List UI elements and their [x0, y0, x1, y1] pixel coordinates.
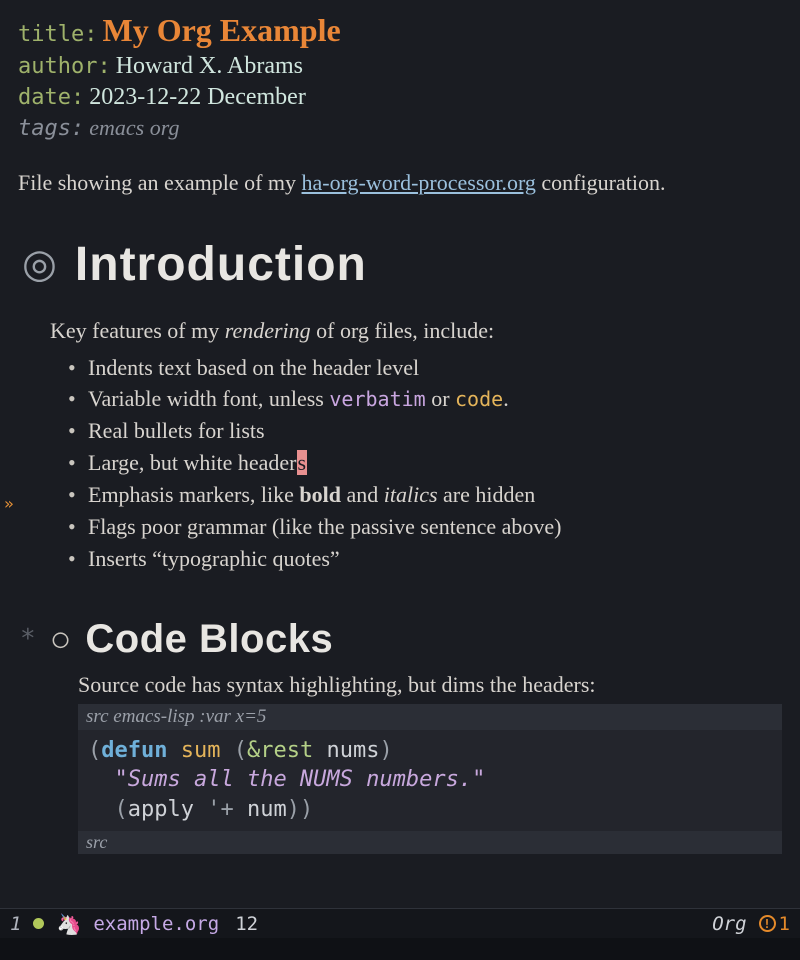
minibuffer[interactable] — [0, 938, 800, 960]
func-name: sum — [181, 738, 221, 763]
list-item: Indents text based on the header level — [68, 352, 782, 384]
list-item: Variable width font, unless verbatim or … — [68, 383, 782, 415]
arg-nums: nums — [326, 738, 379, 763]
source-intro: Source code has syntax highlighting, but… — [78, 672, 782, 698]
warning-icon: ! — [759, 915, 776, 932]
list-item: Emphasis markers, like bold and italics … — [68, 479, 782, 511]
list-item: Real bullets for lists — [68, 415, 782, 447]
heading-star-icon: * — [20, 624, 36, 654]
heading-2[interactable]: * ○ Code Blocks — [18, 617, 782, 662]
heading-bullet-icon: ◎ — [22, 244, 57, 284]
heading-1[interactable]: ◎ Introduction — [18, 237, 782, 292]
fringe-indicator-icon: » — [4, 494, 14, 513]
emphasis-rendering: rendering — [225, 318, 311, 343]
config-link[interactable]: ha-org-word-processor.org — [302, 170, 536, 195]
source-footer: src — [78, 831, 782, 854]
editor-buffer[interactable]: title: My Org Example author: Howard X. … — [0, 0, 800, 854]
error-count: 1 — [779, 913, 790, 935]
verbatim-sample: verbatim — [329, 387, 425, 411]
author-keyword: author: — [18, 54, 111, 79]
heading-bullet-icon: ○ — [50, 618, 72, 660]
source-block: Source code has syntax highlighting, but… — [78, 672, 782, 854]
code-sample: code — [455, 387, 503, 411]
source-body[interactable]: (defun sum (&rest nums) "Sums all the NU… — [78, 730, 782, 831]
list-item: Inserts “typographic quotes” — [68, 543, 782, 575]
modified-indicator-icon — [33, 918, 44, 929]
meta-author-row: author: Howard X. Abrams — [18, 53, 782, 80]
major-mode[interactable]: Org — [712, 913, 746, 935]
section-intro-body: Key features of my rendering of org file… — [50, 318, 782, 575]
keyword-rest: &rest — [247, 738, 313, 763]
features-list: Indents text based on the header level V… — [68, 352, 782, 575]
intro-pre: File showing an example of my — [18, 170, 302, 195]
italics-sample: italics — [384, 482, 438, 507]
meta-title-row: title: My Org Example — [18, 12, 782, 49]
intro-post: configuration. — [536, 170, 666, 195]
heading-2-text: Code Blocks — [85, 617, 333, 662]
flycheck-errors[interactable]: ! 1 — [759, 913, 790, 935]
intro-paragraph: File showing an example of my ha-org-wor… — [18, 169, 782, 197]
unicorn-icon: 🦄 — [56, 912, 81, 936]
title-keyword: title: — [18, 22, 97, 47]
meta-tags-row: tags: emacs org — [18, 115, 782, 141]
list-item: Large, but white headers — [68, 447, 782, 479]
docstring: "Sums all the NUMS numbers." — [115, 767, 486, 792]
features-lead: Key features of my rendering of org file… — [50, 318, 782, 344]
buffer-name[interactable]: example.org — [93, 913, 219, 935]
line-number: 12 — [235, 913, 258, 935]
title-value: My Org Example — [102, 12, 340, 48]
tags-keyword: tags: — [18, 116, 84, 141]
heading-1-text: Introduction — [75, 237, 367, 292]
date-keyword: date: — [18, 85, 84, 110]
window-number: 1 — [10, 913, 21, 935]
text-cursor: s — [297, 450, 308, 475]
bold-sample: bold — [299, 482, 341, 507]
source-header: src emacs-lisp :var x=5 — [78, 704, 782, 730]
date-value: 2023-12-22 December — [89, 84, 306, 110]
meta-date-row: date: 2023-12-22 December — [18, 84, 782, 111]
author-value: Howard X. Abrams — [116, 53, 303, 79]
keyword-defun: defun — [101, 738, 167, 763]
mode-line[interactable]: 1 🦄 example.org 12 Org ! 1 — [0, 908, 800, 938]
list-item: Flags poor grammar (like the passive sen… — [68, 511, 782, 543]
tags-value: emacs org — [89, 115, 179, 140]
